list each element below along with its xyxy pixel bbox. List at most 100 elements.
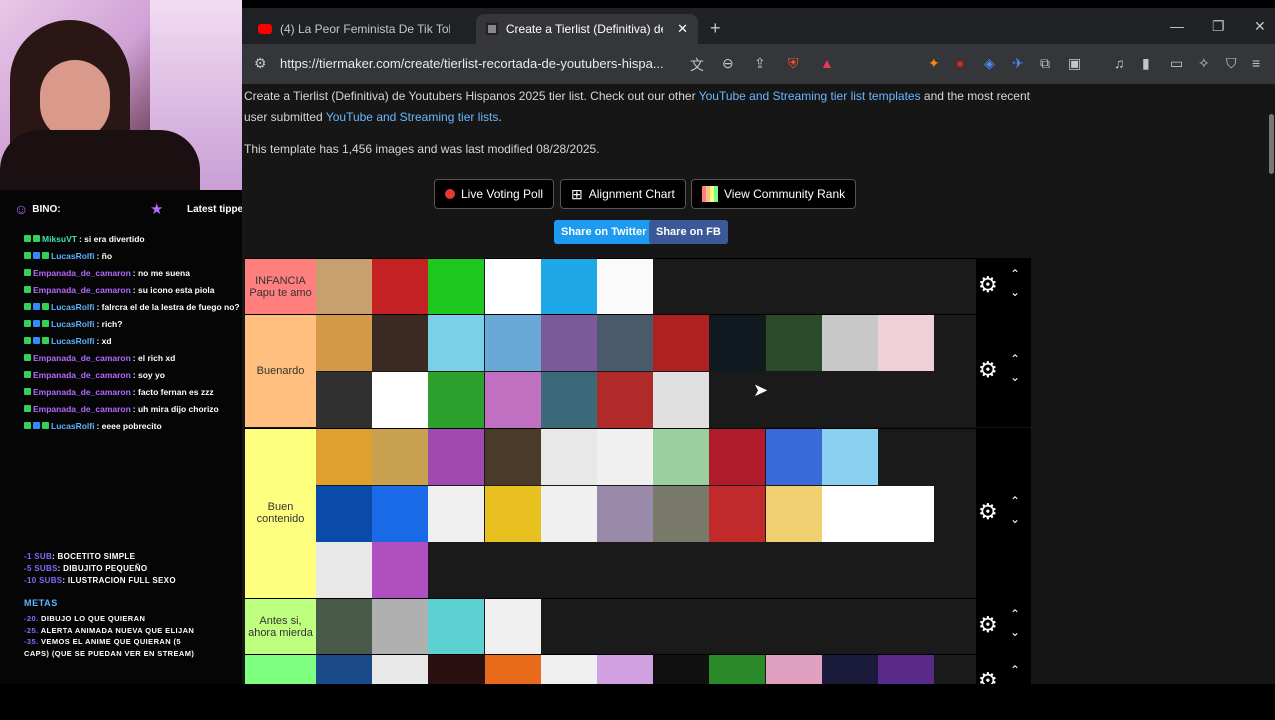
chevron-down-icon[interactable]: ⌄ — [1010, 625, 1020, 639]
chat-username[interactable]: LucasRolfi — [51, 251, 94, 261]
gear-icon[interactable]: ⚙ — [978, 272, 998, 298]
close-tab-icon[interactable]: ✕ — [677, 21, 688, 37]
tier-image[interactable] — [372, 429, 429, 485]
new-tab-icon[interactable]: + — [710, 18, 721, 39]
tier-label[interactable]: Antes si, ahora mierda — [245, 599, 316, 655]
menu-icon[interactable]: ≡ — [1252, 55, 1260, 71]
tier-image[interactable] — [709, 485, 766, 542]
gear-icon[interactable]: ⚙ — [978, 357, 998, 383]
chevron-up-icon[interactable]: ⌃ — [1010, 494, 1020, 508]
tier-image[interactable] — [765, 485, 822, 542]
tier-image[interactable] — [597, 259, 653, 315]
tier-image[interactable] — [316, 429, 372, 485]
chat-username[interactable]: Empanada_de_camaron — [33, 268, 131, 278]
tier-image[interactable] — [484, 259, 541, 315]
tier-image[interactable] — [878, 655, 934, 684]
tier-image[interactable] — [484, 371, 541, 428]
scrollbar-thumb[interactable] — [1269, 114, 1274, 174]
gear-icon[interactable]: ⚙ — [978, 668, 998, 684]
tier-image[interactable] — [765, 429, 822, 485]
vpn-icon[interactable]: ⛉ — [1226, 55, 1237, 72]
tier-image[interactable] — [597, 485, 653, 542]
tier-image[interactable] — [597, 655, 653, 684]
chevron-up-icon[interactable]: ⌃ — [1010, 352, 1020, 366]
tier-image[interactable] — [653, 371, 710, 428]
chevron-up-icon[interactable]: ⌃ — [1010, 267, 1020, 281]
tier-image[interactable] — [709, 315, 766, 371]
tier-image[interactable] — [484, 599, 541, 655]
tier-image[interactable] — [316, 542, 372, 598]
tab-tiermaker[interactable]: Create a Tierlist (Definitiva) de Yo ✕ — [476, 14, 698, 44]
tier-image[interactable] — [316, 371, 372, 428]
tier-image[interactable] — [653, 315, 710, 371]
chevron-down-icon[interactable]: ⌄ — [1010, 370, 1020, 384]
tier-image[interactable] — [821, 655, 878, 684]
tab-search-icon[interactable]: ▣ — [1068, 55, 1081, 72]
community-rank-button[interactable]: View Community Rank — [691, 179, 857, 209]
chat-username[interactable]: LucasRolfi — [51, 336, 94, 346]
tier-image[interactable] — [484, 315, 541, 371]
tier-image[interactable] — [484, 485, 541, 542]
tier-image[interactable] — [540, 315, 597, 371]
share-twitter-button[interactable]: Share on Twitter — [554, 220, 654, 244]
tier-image[interactable] — [540, 429, 597, 485]
restore-icon[interactable]: ❐ — [1212, 18, 1225, 35]
chevron-up-icon[interactable]: ⌃ — [1010, 663, 1020, 677]
zoom-icon[interactable]: ⊖ — [722, 55, 734, 72]
chat-username[interactable]: MiksuVT — [42, 234, 77, 244]
share-fb-button[interactable]: Share on FB — [649, 220, 728, 244]
tier-image[interactable] — [372, 259, 429, 315]
extensions-icon[interactable]: ⧉ — [1040, 55, 1050, 72]
url-field[interactable]: https://tiermaker.com/create/tierlist-re… — [280, 56, 664, 71]
music-icon[interactable]: ♫ — [1114, 55, 1125, 71]
tier-image[interactable] — [821, 429, 878, 485]
tier-image[interactable] — [372, 371, 429, 428]
chevron-down-icon[interactable]: ⌄ — [1010, 512, 1020, 526]
tab-youtube[interactable]: (4) La Peor Feminista De Tik Tok Expu — [248, 14, 476, 44]
tier-lists-link[interactable]: YouTube and Streaming tier lists — [326, 110, 499, 124]
tier-image[interactable] — [428, 599, 485, 655]
tier-label[interactable]: Buen contenido — [245, 429, 316, 598]
tier-image[interactable] — [484, 655, 541, 684]
translate-ext-icon[interactable]: ◈ — [984, 55, 995, 72]
brave-shield-icon[interactable]: ⛨ — [788, 55, 799, 72]
tier-image[interactable] — [428, 259, 485, 315]
tier-image[interactable] — [821, 315, 878, 371]
tier-image[interactable] — [597, 429, 653, 485]
tier-image[interactable] — [372, 485, 429, 542]
tier-image[interactable] — [597, 315, 653, 371]
tier-image[interactable] — [653, 429, 710, 485]
tier-image[interactable] — [540, 655, 597, 684]
close-window-icon[interactable]: ✕ — [1254, 18, 1266, 35]
scrollbar[interactable] — [1268, 84, 1275, 684]
tier-image[interactable] — [372, 315, 429, 371]
tier-image[interactable] — [878, 429, 934, 485]
translate-icon[interactable]: 文 — [690, 55, 704, 75]
tier-image[interactable] — [316, 655, 372, 684]
live-voting-poll-button[interactable]: Live Voting Poll — [434, 179, 555, 209]
gear-icon[interactable]: ⚙ — [978, 612, 998, 638]
wallet-icon[interactable]: ▭ — [1170, 55, 1183, 72]
tier-image[interactable] — [709, 655, 766, 684]
tier-image[interactable] — [765, 315, 822, 371]
gear-icon[interactable]: ⚙ — [978, 499, 998, 525]
chat-username[interactable]: LucasRolfi — [51, 421, 94, 431]
extension-blue-icon[interactable]: ✈ — [1012, 55, 1024, 72]
tier-image[interactable] — [878, 485, 934, 542]
tier-image[interactable] — [484, 429, 541, 485]
chat-username[interactable]: Empanada_de_camaron — [33, 404, 131, 414]
chevron-down-icon[interactable]: ⌄ — [1010, 285, 1020, 299]
tier-image[interactable] — [316, 315, 372, 371]
rewards-icon[interactable]: ▲ — [820, 55, 834, 71]
tier-image[interactable] — [428, 429, 485, 485]
extension-red-icon[interactable]: ● — [956, 55, 964, 71]
tier-image[interactable] — [597, 371, 653, 428]
tier-image[interactable] — [821, 485, 878, 542]
tier-label[interactable]: Buenardo — [245, 315, 316, 427]
tier-label[interactable]: INFANCIA Papu te amo — [245, 259, 316, 315]
tier-image[interactable] — [428, 315, 485, 371]
tier-image[interactable] — [653, 655, 710, 684]
tier-image[interactable] — [709, 429, 766, 485]
tier-label[interactable] — [245, 655, 316, 684]
chat-username[interactable]: LucasRolfi — [51, 319, 94, 329]
